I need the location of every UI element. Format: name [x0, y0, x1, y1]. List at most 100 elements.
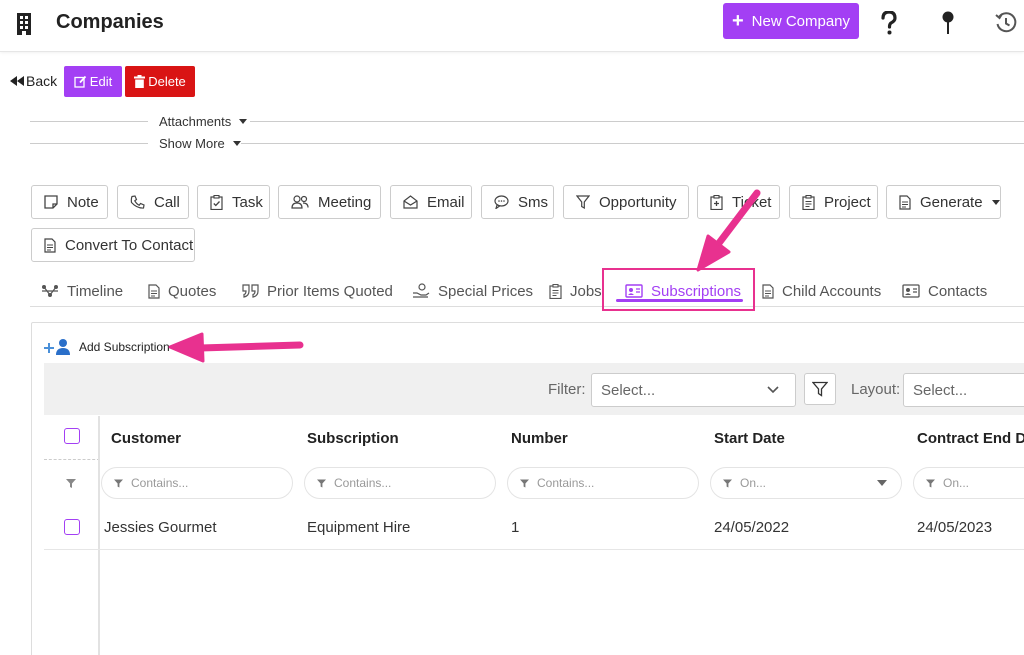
contact-card-icon — [902, 284, 920, 298]
row-checkbox[interactable] — [64, 519, 80, 535]
row-divider — [44, 549, 1024, 550]
back-label: Back — [26, 73, 58, 89]
clipboard-check-icon — [210, 194, 223, 210]
column-header-contract-end-date[interactable]: Contract End Dat — [917, 430, 1024, 447]
filter-row-icon — [66, 479, 76, 488]
clipboard-list-icon — [802, 194, 815, 210]
ticket-label: Ticket — [732, 193, 772, 211]
tab-special-label: Special Prices — [438, 282, 534, 300]
top-bar: Companies + New Company — [0, 0, 1024, 52]
task-label: Task — [232, 193, 263, 211]
filter-button[interactable] — [804, 373, 836, 405]
project-button[interactable]: Project — [789, 185, 878, 219]
annotation-highlight-box — [602, 268, 755, 311]
opportunity-label: Opportunity — [599, 193, 677, 211]
people-icon — [291, 195, 309, 209]
attachments-toggle[interactable]: Attachments — [159, 114, 248, 129]
funnel-icon — [926, 478, 935, 488]
column-header-customer[interactable]: Customer — [111, 430, 181, 447]
tab-quotes[interactable]: Quotes — [148, 280, 216, 302]
edit-icon — [74, 75, 86, 88]
cell-customer[interactable]: Jessies Gourmet — [104, 519, 217, 536]
chevron-down-icon — [767, 386, 779, 394]
note-icon — [44, 195, 58, 209]
funnel-icon — [114, 478, 123, 488]
show-more-toggle[interactable]: Show More — [159, 136, 241, 151]
customer-filter-input[interactable]: Contains... — [101, 467, 293, 499]
cell-number[interactable]: 1 — [511, 519, 519, 536]
pin-icon[interactable] — [936, 10, 960, 36]
delete-button[interactable]: Delete — [125, 66, 195, 97]
caret-down-icon — [877, 480, 887, 486]
task-button[interactable]: Task — [197, 185, 270, 219]
tab-child-accounts[interactable]: Child Accounts — [762, 280, 881, 302]
layout-select[interactable]: Select... — [903, 373, 1024, 407]
edit-button[interactable]: Edit — [64, 66, 122, 97]
note-button[interactable]: Note — [31, 185, 108, 219]
email-label: Email — [427, 193, 465, 211]
tab-contacts[interactable]: Contacts — [902, 280, 987, 302]
subscription-filter-placeholder: Contains... — [334, 476, 392, 490]
double-back-icon — [10, 76, 24, 86]
cell-start-date[interactable]: 24/05/2022 — [714, 519, 789, 536]
contract-end-filter-input[interactable]: On... — [913, 467, 1024, 499]
tab-contacts-label: Contacts — [928, 282, 988, 300]
tab-divider — [30, 306, 1024, 307]
call-label: Call — [154, 193, 180, 211]
column-divider — [98, 416, 100, 655]
generate-label: Generate — [920, 193, 983, 211]
tab-quotes-label: Quotes — [168, 282, 217, 300]
funnel-icon — [576, 195, 590, 209]
clipboard-list-icon — [549, 283, 562, 299]
new-company-label: New Company — [751, 12, 851, 30]
history-icon[interactable] — [994, 10, 1018, 36]
opportunity-button[interactable]: Opportunity — [563, 185, 689, 219]
layout-select-value: Select... — [913, 381, 968, 399]
sms-label: Sms — [518, 193, 548, 211]
call-button[interactable]: Call — [117, 185, 189, 219]
convert-to-contact-button[interactable]: Convert To Contact — [31, 228, 195, 262]
caret-down-icon — [239, 119, 248, 124]
new-company-button[interactable]: + New Company — [723, 3, 859, 39]
ticket-button[interactable]: Ticket — [697, 185, 780, 219]
tab-prior-items-quoted[interactable]: Prior Items Quoted — [242, 280, 393, 302]
meeting-button[interactable]: Meeting — [278, 185, 381, 219]
filter-select-value: Select... — [601, 381, 656, 399]
subscription-filter-input[interactable]: Contains... — [304, 467, 496, 499]
building-icon — [17, 13, 31, 35]
start-date-filter-input[interactable]: On... — [710, 467, 902, 499]
column-header-start-date[interactable]: Start Date — [714, 430, 785, 447]
filter-select[interactable]: Select... — [591, 373, 796, 407]
generate-dropdown[interactable]: Generate — [886, 185, 1001, 219]
select-all-checkbox[interactable] — [64, 428, 80, 444]
start-date-filter-placeholder: On... — [740, 476, 767, 490]
divider — [250, 121, 1024, 122]
tab-special-prices[interactable]: Special Prices — [412, 280, 533, 302]
email-button[interactable]: Email — [390, 185, 472, 219]
funnel-icon — [812, 381, 828, 397]
page-title: Companies — [56, 11, 164, 33]
number-filter-input[interactable]: Contains... — [507, 467, 699, 499]
record-toolbar: Back Edit Delete — [0, 64, 1024, 98]
add-subscription-label: Add Subscription — [79, 340, 170, 354]
cell-subscription[interactable]: Equipment Hire — [307, 519, 410, 536]
trash-icon — [134, 75, 146, 88]
help-icon[interactable] — [877, 10, 901, 36]
add-subscription-button[interactable]: Add Subscription — [43, 338, 170, 356]
column-header-subscription[interactable]: Subscription — [307, 430, 399, 447]
hand-coin-icon — [413, 283, 430, 298]
tab-jobs[interactable]: Jobs — [549, 280, 602, 302]
cell-contract-end-date[interactable]: 24/05/2023 — [917, 519, 992, 536]
sms-button[interactable]: Sms — [481, 185, 554, 219]
back-button[interactable]: Back — [10, 73, 57, 89]
divider — [30, 121, 148, 122]
phone-icon — [130, 194, 145, 209]
tab-timeline-label: Timeline — [67, 282, 124, 300]
tab-timeline[interactable]: Timeline — [41, 280, 123, 302]
show-more-label: Show More — [159, 136, 225, 151]
document-icon — [899, 194, 911, 210]
document-icon — [762, 283, 774, 299]
clipboard-plus-icon — [710, 194, 723, 210]
attachments-label: Attachments — [159, 114, 232, 129]
column-header-number[interactable]: Number — [511, 430, 568, 447]
